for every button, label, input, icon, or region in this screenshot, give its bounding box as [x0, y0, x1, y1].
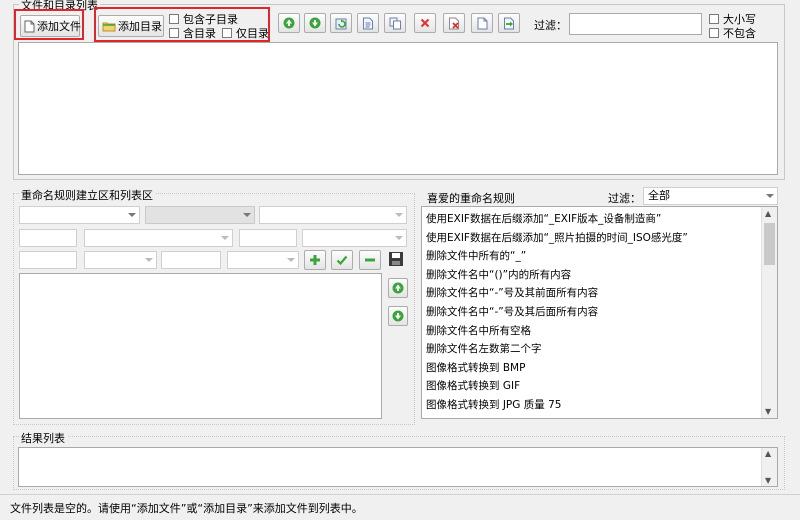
favorite-rule-item[interactable]: 图像格式转换到 JPG 质量 75 — [426, 397, 561, 412]
exclude-box[interactable] — [709, 28, 719, 38]
minus-icon — [364, 254, 376, 266]
refresh-icon — [335, 17, 348, 30]
results-title: 结果列表 — [19, 430, 67, 446]
rule-param-select-3[interactable] — [84, 251, 157, 269]
favorite-rule-item[interactable]: 图像格式转换到 BMP — [426, 360, 525, 375]
folder-icon — [102, 21, 116, 32]
with-dirs-label: 含目录 — [183, 27, 216, 40]
favorite-filter-select[interactable]: 全部 — [643, 187, 778, 205]
favorite-rule-item[interactable]: 使用EXIF数据在后缀添加“_照片拍摄的时间_ISO感光度” — [426, 230, 688, 245]
favorite-rules-title: 喜爱的重命名规则 — [427, 192, 515, 205]
blank-file-icon — [477, 17, 488, 30]
remove-file-icon — [448, 17, 461, 30]
file-list-area[interactable] — [18, 42, 778, 175]
rule-param-input-1[interactable] — [19, 229, 77, 247]
export-button[interactable] — [498, 13, 520, 33]
rule-param-select-4[interactable] — [227, 251, 299, 269]
scroll-up-icon[interactable]: ▲ — [765, 449, 771, 458]
arrow-down-icon — [392, 310, 404, 322]
move-down-button[interactable] — [304, 13, 326, 33]
scroll-down-icon[interactable]: ▼ — [765, 407, 771, 416]
rule-param-input-3[interactable] — [19, 251, 77, 269]
include-subdirs-box[interactable] — [169, 14, 179, 24]
rule-param-input-2[interactable] — [239, 229, 297, 247]
check-icon — [336, 254, 348, 266]
favorite-filter-label: 过滤： — [608, 192, 641, 205]
remove-file-button[interactable] — [443, 13, 465, 33]
with-dirs-checkbox[interactable]: 含目录 — [169, 25, 216, 41]
file-icon — [24, 20, 35, 33]
save-icon — [388, 251, 406, 267]
favorite-rule-item[interactable]: 图像格式转换到 GIF — [426, 378, 520, 393]
export-icon — [503, 17, 516, 30]
remove-rule-button[interactable] — [359, 250, 381, 270]
add-rule-button[interactable] — [304, 250, 326, 270]
rule-move-down-button[interactable] — [388, 306, 408, 326]
add-directory-label: 添加目录 — [118, 20, 162, 33]
favorite-filter-value: 全部 — [648, 189, 670, 202]
confirm-rule-button[interactable] — [331, 250, 353, 270]
plus-icon — [309, 254, 321, 266]
rule-option-select[interactable] — [259, 206, 407, 224]
new-file-button[interactable] — [471, 13, 493, 33]
save-rule-button[interactable] — [388, 251, 406, 269]
document-button[interactable] — [357, 13, 379, 33]
rule-type-select[interactable] — [19, 206, 140, 224]
exclude-label: 不包含 — [723, 27, 756, 40]
refresh-button[interactable] — [330, 13, 352, 33]
arrow-up-icon — [283, 17, 295, 29]
dirs-only-label: 仅目录 — [236, 27, 269, 40]
favorite-rule-item[interactable]: 删除文件名中“-”号及其前面所有内容 — [426, 285, 598, 300]
rule-move-up-button[interactable] — [388, 278, 408, 298]
case-sensitive-box[interactable] — [709, 14, 719, 24]
favorite-rule-item[interactable]: 使用EXIF数据在后缀添加“_EXIF版本_设备制造商” — [426, 211, 661, 226]
status-bar: 文件列表是空的。请使用“添加文件”或“添加目录”来添加文件到列表中。 — [0, 494, 800, 520]
rule-subtype-select[interactable] — [145, 206, 255, 224]
add-directory-button[interactable]: 添加目录 — [98, 15, 164, 37]
favorite-rules-list[interactable]: 使用EXIF数据在后缀添加“_EXIF版本_设备制造商” 使用EXIF数据在后缀添… — [421, 206, 778, 419]
close-icon — [420, 18, 430, 28]
arrow-up-icon — [392, 282, 404, 294]
add-file-label: 添加文件 — [37, 20, 81, 33]
favorite-rule-item[interactable]: 删除文件名中所有空格 — [426, 323, 531, 338]
document-icon — [362, 17, 374, 30]
scroll-thumb[interactable] — [764, 223, 775, 265]
rule-param-select-2[interactable] — [302, 229, 407, 247]
copy-icon — [389, 17, 402, 30]
rule-param-input-4[interactable] — [161, 251, 221, 269]
favorite-rule-item[interactable]: 删除文件名中“()”内的所有内容 — [426, 267, 571, 282]
favorite-rule-item[interactable]: 删除文件名左数第二个字 — [426, 341, 542, 356]
results-scrollbar[interactable]: ▲ ▼ — [761, 448, 777, 486]
dirs-only-box[interactable] — [222, 28, 232, 38]
results-list-area[interactable]: ▲ ▼ — [18, 447, 778, 487]
status-text: 文件列表是空的。请使用“添加文件”或“添加目录”来添加文件到列表中。 — [10, 502, 363, 515]
arrow-down-icon — [309, 17, 321, 29]
file-filter-label: 过滤： — [534, 19, 567, 32]
dirs-only-checkbox[interactable]: 仅目录 — [222, 25, 269, 41]
move-up-button[interactable] — [278, 13, 300, 33]
favorite-rules-scrollbar[interactable]: ▲ ▼ — [761, 207, 777, 418]
add-file-button[interactable]: 添加文件 — [20, 15, 81, 37]
scroll-down-icon[interactable]: ▼ — [765, 476, 771, 485]
rule-param-select-1[interactable] — [84, 229, 233, 247]
rule-list-area[interactable] — [19, 273, 382, 419]
scroll-up-icon[interactable]: ▲ — [765, 209, 771, 218]
with-dirs-box[interactable] — [169, 28, 179, 38]
favorite-rule-item[interactable]: 删除文件中所有的“_” — [426, 248, 526, 263]
file-filter-input[interactable] — [569, 13, 702, 35]
delete-button[interactable] — [414, 13, 436, 33]
rule-builder-title: 重命名规则建立区和列表区 — [19, 187, 155, 203]
exclude-checkbox[interactable]: 不包含 — [709, 25, 756, 41]
copy-button[interactable] — [384, 13, 406, 33]
favorite-rule-item[interactable]: 删除文件名中“-”号及其后面所有内容 — [426, 304, 598, 319]
